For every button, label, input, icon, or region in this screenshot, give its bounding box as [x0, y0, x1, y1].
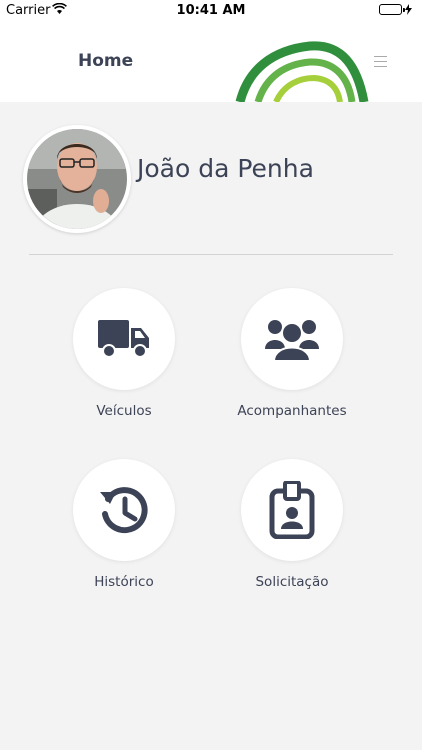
user-name: João da Penha — [137, 154, 314, 183]
acompanhantes-label: Acompanhantes — [237, 403, 347, 419]
menu-tile-historico[interactable]: Histórico — [40, 459, 208, 590]
solicitacao-label: Solicitação — [255, 574, 329, 590]
menu-tile-acompanhantes[interactable]: Acompanhantes — [208, 288, 376, 419]
menu-tile-veiculos[interactable]: Veículos — [40, 288, 208, 419]
veiculos-button[interactable] — [73, 288, 175, 390]
battery-icon — [379, 4, 412, 15]
historico-button[interactable] — [73, 459, 175, 561]
truck-icon — [98, 320, 149, 358]
id-badge-icon — [269, 481, 315, 539]
divider — [29, 254, 393, 255]
group-icon — [265, 320, 319, 361]
veiculos-label: Veículos — [96, 403, 152, 419]
page-title: Home — [78, 51, 134, 71]
app-header: Home — [0, 22, 422, 102]
avatar[interactable] — [23, 125, 131, 233]
history-icon — [100, 487, 148, 534]
clock-label: 10:41 AM — [176, 3, 246, 18]
hamburger-menu-icon[interactable] — [374, 56, 387, 71]
logo — [232, 40, 372, 102]
solicitacao-button[interactable] — [241, 459, 343, 561]
status-bar: Carrier 10:41 AM — [0, 0, 422, 22]
menu-tile-solicitacao[interactable]: Solicitação — [208, 459, 376, 590]
acompanhantes-button[interactable] — [241, 288, 343, 390]
historico-label: Histórico — [94, 574, 154, 590]
